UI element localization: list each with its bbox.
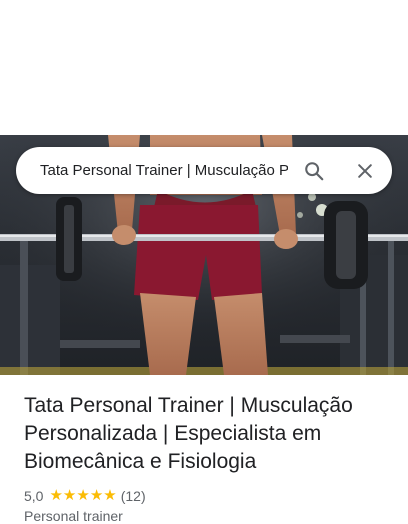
- search-input[interactable]: Tata Personal Trainer | Musculação Perso…: [40, 162, 288, 179]
- close-icon[interactable]: [353, 159, 377, 183]
- place-title: Tata Personal Trainer | Musculação Perso…: [24, 394, 353, 473]
- place-category: Personal trainer: [24, 508, 123, 524]
- review-count[interactable]: (12): [121, 488, 146, 504]
- star-icon: ★: [89, 487, 104, 504]
- rating-stars: ★ ★ ★ ★ ★: [49, 487, 117, 504]
- rating-value: 5,0: [24, 488, 44, 504]
- search-bar[interactable]: Tata Personal Trainer | Musculação Perso…: [16, 147, 392, 194]
- star-icon: ★: [49, 487, 63, 504]
- star-icon: ★: [103, 487, 117, 504]
- star-icon: ★: [76, 487, 90, 504]
- star-icon: ★: [62, 487, 77, 504]
- search-icon[interactable]: [302, 159, 326, 183]
- place-info: Tata Personal Trainer | Musculação Perso…: [24, 392, 394, 524]
- rating-row[interactable]: 5,0 ★ ★ ★ ★ ★ (12): [24, 488, 394, 504]
